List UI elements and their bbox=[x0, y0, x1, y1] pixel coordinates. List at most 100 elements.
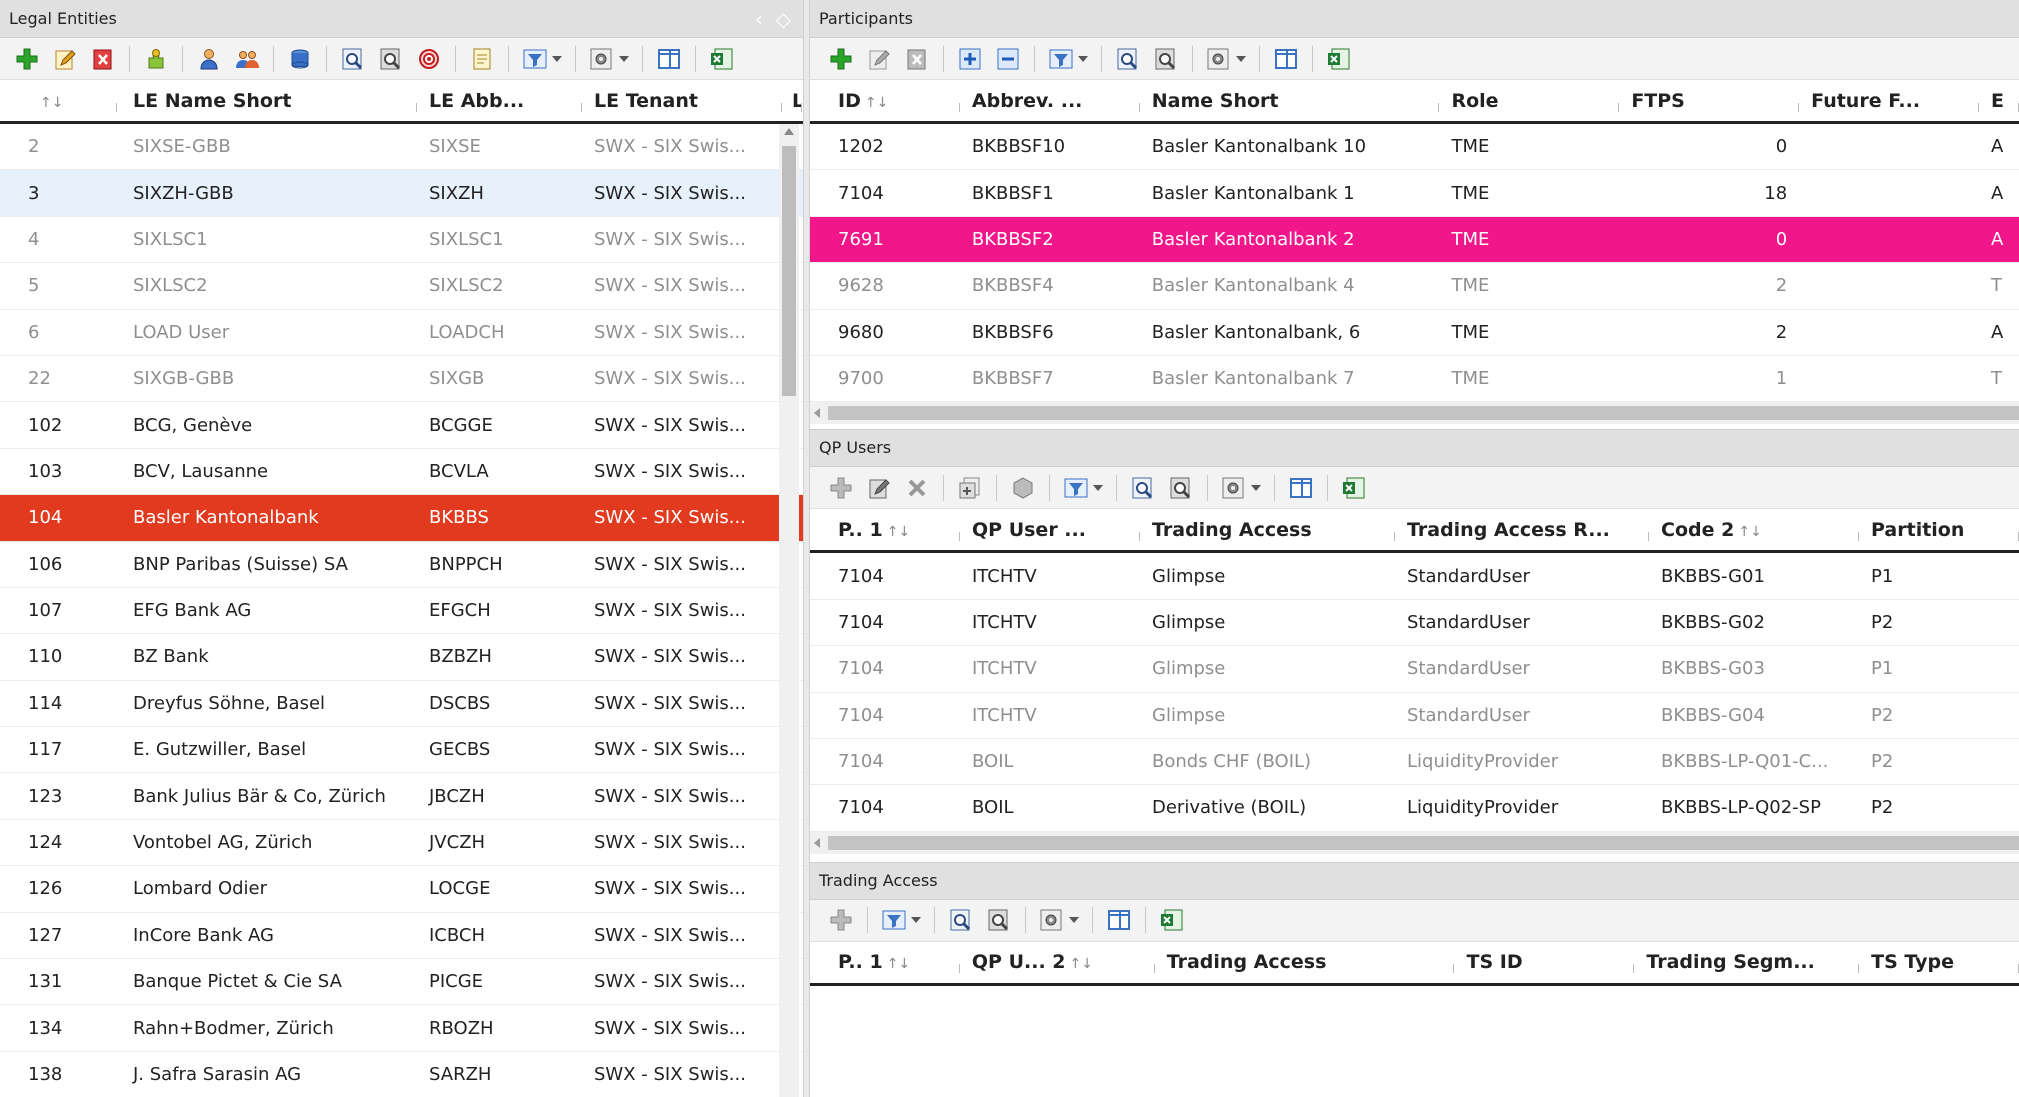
table-row[interactable]: 106 BNP Paribas (Suisse) SA BNPPCH SWX - SI… bbox=[0, 542, 803, 588]
table-row[interactable]: 2 SIXSE-GBB SIXSE SWX - SIX Swis... bbox=[0, 124, 803, 171]
column-header-name-short[interactable]: Name Short bbox=[1140, 90, 1440, 112]
table-row[interactable]: 127 InCore Bank AG ICBCH SWX - SIX Swis... bbox=[0, 913, 803, 960]
horizontal-scrollbar[interactable] bbox=[810, 831, 2019, 854]
column-header-role[interactable]: Role bbox=[1439, 90, 1620, 112]
search-clear-icon[interactable] bbox=[376, 44, 406, 74]
column-header-abbrev[interactable]: Abbrev. ... bbox=[960, 90, 1140, 112]
column-header-extra[interactable]: L bbox=[782, 90, 802, 112]
column-header-future[interactable]: Future F... bbox=[1799, 90, 1979, 112]
filter-dropdown-icon[interactable] bbox=[1061, 473, 1105, 503]
table-row[interactable]: 7691 BKBBSF2 Basler Kantonalbank 2 TME 0 A bbox=[810, 216, 2019, 264]
collapse-icon[interactable] bbox=[993, 44, 1023, 74]
column-header-p[interactable]: P.. 1 ↑↓ bbox=[810, 519, 960, 541]
column-header-trading-access[interactable]: Trading Access bbox=[1140, 519, 1395, 541]
database-icon[interactable] bbox=[285, 44, 315, 74]
search-icon[interactable] bbox=[1113, 44, 1143, 74]
add-icon[interactable] bbox=[826, 473, 856, 503]
column-header-ts-id[interactable]: TS ID bbox=[1454, 951, 1635, 974]
table-row[interactable]: 7104 ITCHTV Glimpse StandardUser BKBBS-G01 P1 bbox=[810, 553, 2019, 600]
table-row[interactable]: 9628 BKBBSF4 Basler Kantonalbank 4 TME 2 T bbox=[810, 263, 2019, 310]
settings-dropdown-icon[interactable] bbox=[1219, 473, 1263, 503]
table-row[interactable]: 7104 ITCHTV Glimpse StandardUser BKBBS-G02 P2 bbox=[810, 600, 2019, 647]
filter-dropdown-icon[interactable] bbox=[879, 905, 923, 935]
table-row[interactable]: 9680 BKBBSF6 Basler Kantonalbank, 6 TME 2 A bbox=[810, 310, 2019, 356]
scroll-up-icon[interactable] bbox=[784, 128, 794, 135]
column-header-le-tenant[interactable]: LE Tenant bbox=[582, 90, 782, 112]
table-row[interactable]: 126 Lombard Odier LOCGE SWX - SIX Swis... bbox=[0, 866, 803, 913]
filter-dropdown-icon[interactable] bbox=[1046, 44, 1090, 74]
column-header-qp-user[interactable]: QP U... 2 ↑↓ bbox=[960, 951, 1155, 974]
table-row[interactable]: 131 Banque Pictet & Cie SA PICGE SWX - SIX … bbox=[0, 959, 803, 1006]
column-header-trading-segment[interactable]: Trading Segm... bbox=[1634, 951, 1859, 974]
table-row[interactable]: 134 Rahn+Bodmer, Zürich RBOZH SWX - SIX Swi… bbox=[0, 1005, 803, 1052]
scrollbar-thumb[interactable] bbox=[828, 406, 2019, 421]
table-row[interactable]: 114 Dreyfus Söhne, Basel DSCBS SWX - SIX Sw… bbox=[0, 681, 803, 728]
delete-icon[interactable] bbox=[88, 44, 118, 74]
search-icon[interactable] bbox=[338, 44, 368, 74]
scrollbar-thumb[interactable] bbox=[782, 146, 796, 396]
layout-icon[interactable] bbox=[1104, 905, 1134, 935]
table-row[interactable]: 7104 ITCHTV Glimpse StandardUser BKBBS-G04 P2 bbox=[810, 693, 2019, 739]
expand-icon[interactable] bbox=[955, 44, 985, 74]
add-icon[interactable] bbox=[12, 44, 42, 74]
add-icon[interactable] bbox=[826, 44, 856, 74]
scroll-left-icon[interactable] bbox=[814, 837, 820, 848]
table-row[interactable]: 7104 BOIL Derivative (BOIL) LiquidityProvid… bbox=[810, 785, 2019, 832]
delete-icon[interactable] bbox=[902, 44, 932, 74]
table-row[interactable]: 103 BCV, Lausanne BCVLA SWX - SIX Swis... bbox=[0, 449, 803, 496]
edit-icon[interactable] bbox=[50, 44, 80, 74]
column-header-qp-user[interactable]: QP User ... bbox=[960, 519, 1140, 541]
chevron-left-icon[interactable]: ‹ bbox=[755, 0, 763, 38]
table-row[interactable]: 5 SIXLSC2 SIXLSC2 SWX - SIX Swis... bbox=[0, 263, 803, 310]
column-header-id[interactable]: ID ↑↓ bbox=[810, 90, 960, 112]
edit-icon[interactable] bbox=[864, 473, 894, 503]
table-row[interactable]: 4 SIXLSC1 SIXLSC1 SWX - SIX Swis... bbox=[0, 217, 803, 264]
delete-icon[interactable] bbox=[902, 473, 932, 503]
edit-icon[interactable] bbox=[864, 44, 894, 74]
target-icon[interactable] bbox=[414, 44, 444, 74]
settings-dropdown-icon[interactable] bbox=[1037, 905, 1081, 935]
pane-splitter[interactable] bbox=[803, 0, 810, 1097]
users-icon[interactable] bbox=[232, 44, 262, 74]
table-row[interactable]: 110 BZ Bank BZBZH SWX - SIX Swis... bbox=[0, 634, 803, 681]
search-clear-icon[interactable] bbox=[984, 905, 1014, 935]
column-header-id[interactable]: ↑↓ bbox=[0, 90, 117, 112]
column-header-ts-type[interactable]: TS Type bbox=[1859, 951, 2019, 974]
column-header-le-abbreviation[interactable]: LE Abb... bbox=[417, 90, 582, 112]
search-clear-icon[interactable] bbox=[1151, 44, 1181, 74]
pin-icon[interactable]: ◇ bbox=[776, 0, 791, 38]
excel-export-icon[interactable] bbox=[707, 44, 737, 74]
table-row[interactable]: 7104 BOIL Bonds CHF (BOIL) LiquidityProvide… bbox=[810, 739, 2019, 786]
user-icon[interactable] bbox=[194, 44, 224, 74]
excel-export-icon[interactable] bbox=[1339, 473, 1369, 503]
column-header-partition[interactable]: Partition bbox=[1859, 519, 2019, 541]
excel-export-icon[interactable] bbox=[1324, 44, 1354, 74]
hex-icon[interactable] bbox=[1008, 473, 1038, 503]
table-row[interactable]: 102 BCG, Genève BCGGE SWX - SIX Swis... bbox=[0, 402, 803, 449]
table-row[interactable]: 6 LOAD User LOADCH SWX - SIX Swis... bbox=[0, 310, 803, 356]
add-icon[interactable] bbox=[826, 905, 856, 935]
table-row[interactable]: 124 Vontobel AG, Zürich JVCZH SWX - SIX Swi… bbox=[0, 820, 803, 867]
scrollbar-thumb[interactable] bbox=[828, 835, 2019, 850]
column-header-ftps[interactable]: FTPS bbox=[1619, 90, 1800, 112]
table-row[interactable]: 9700 BKBBSF7 Basler Kantonalbank 7 TME 1 T bbox=[810, 356, 2019, 403]
column-header-le-name-short[interactable]: LE Name Short bbox=[117, 90, 417, 112]
column-header-code[interactable]: Code 2 ↑↓ bbox=[1649, 519, 1859, 541]
column-header-p[interactable]: P.. 1 ↑↓ bbox=[810, 951, 960, 974]
layout-icon[interactable] bbox=[1286, 473, 1316, 503]
filter-dropdown-icon[interactable] bbox=[520, 44, 564, 74]
table-row[interactable]: 107 EFG Bank AG EFGCH SWX - SIX Swis... bbox=[0, 588, 803, 635]
search-icon[interactable] bbox=[1128, 473, 1158, 503]
table-row[interactable]: 7104 BKBBSF1 Basler Kantonalbank 1 TME 18 A bbox=[810, 170, 2019, 217]
layout-icon[interactable] bbox=[654, 44, 684, 74]
settings-dropdown-icon[interactable] bbox=[1204, 44, 1248, 74]
settings-dropdown-icon[interactable] bbox=[587, 44, 631, 74]
table-row[interactable]: 123 Bank Julius Bär & Co, Zürich JBCZH SWX … bbox=[0, 773, 803, 820]
table-row[interactable]: 3 SIXZH-GBB SIXZH SWX - SIX Swis... bbox=[0, 170, 803, 217]
table-row[interactable]: 22 SIXGB-GBB SIXGB SWX - SIX Swis... bbox=[0, 356, 803, 403]
column-header-e[interactable]: E bbox=[1979, 90, 2019, 112]
table-row[interactable]: 1202 BKBBSF10 Basler Kantonalbank 10 TME 0 A bbox=[810, 124, 2019, 171]
search-clear-icon[interactable] bbox=[1166, 473, 1196, 503]
scroll-left-icon[interactable] bbox=[814, 408, 820, 419]
puzzle-icon[interactable] bbox=[141, 44, 171, 74]
